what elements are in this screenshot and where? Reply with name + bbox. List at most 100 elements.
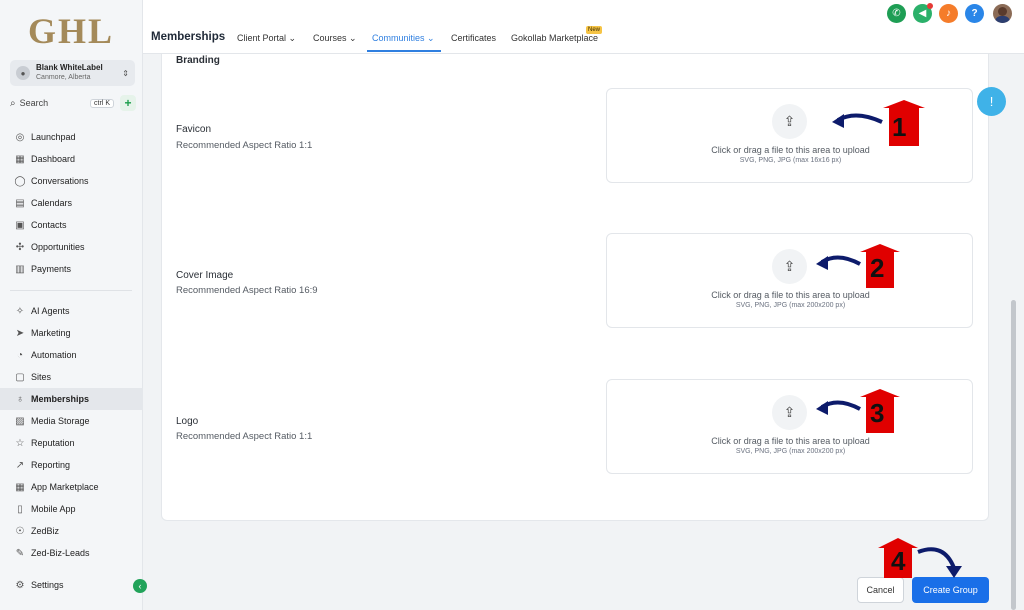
sidebar-item-zedbiz[interactable]: ☉ ZedBiz xyxy=(0,520,143,542)
notification-dot xyxy=(927,3,933,9)
wrench-icon: ✎ xyxy=(15,547,25,559)
calendar-icon: ▤ xyxy=(15,197,25,209)
nav-group-settings: ⚙ Settings xyxy=(0,574,143,596)
sidebar-item-memberships[interactable]: ♁ Memberships xyxy=(0,388,143,410)
quick-add-button[interactable]: + xyxy=(120,95,136,111)
collapse-sidebar-button[interactable]: ‹ xyxy=(133,579,147,593)
account-name: Blank WhiteLabel xyxy=(36,63,103,72)
cancel-button[interactable]: Cancel xyxy=(857,577,904,603)
upload-hint: SVG, PNG, JPG (max 200x200 px) xyxy=(735,448,846,455)
star-icon: ☆ xyxy=(15,437,25,449)
chevron-updown-icon: ⇕ xyxy=(122,68,129,78)
upload-hint: SVG, PNG, JPG (max 16x16 px) xyxy=(739,157,842,164)
scrollbar[interactable] xyxy=(1009,55,1018,610)
opportunities-icon: ✣ xyxy=(15,241,25,253)
nav-group-main: ◎ Launchpad ▦ Dashboard ◯ Conversations ▤ Ca… xyxy=(0,126,143,280)
logo-label: Logo xyxy=(176,416,199,427)
megaphone-icon[interactable]: ◀ xyxy=(913,3,933,23)
search-icon: ⌕ xyxy=(10,97,16,109)
annotation-arrow-2 xyxy=(816,244,900,288)
annotation-arrow-3 xyxy=(816,389,900,433)
grid-icon: ▦ xyxy=(15,153,25,165)
favicon-ratio: Recommended Aspect Ratio 1:1 xyxy=(176,140,313,151)
contacts-icon: ▣ xyxy=(15,219,25,231)
avatar[interactable] xyxy=(993,4,1012,23)
search-input[interactable]: ⌕ Search ctrl K xyxy=(10,95,114,111)
upload-instruction: Click or drag a file to this area to upl… xyxy=(711,436,870,446)
page-title: Memberships xyxy=(151,31,226,43)
send-icon: ➤ xyxy=(15,327,25,339)
annotation-number-2: 2 xyxy=(870,253,885,283)
tab-courses[interactable]: Courses ⌄ xyxy=(313,33,357,44)
nav-group-tools: ✧ AI Agents ➤ Marketing ◔ Automation ▢ Sites… xyxy=(0,300,143,564)
upload-icon: ⇪ xyxy=(772,104,807,139)
phone-icon[interactable]: ✆ xyxy=(887,4,906,23)
account-switcher[interactable]: ● Blank WhiteLabel Canmore, Alberta ⇕ xyxy=(10,60,135,86)
feedback-button[interactable]: ! xyxy=(977,87,1006,116)
image-icon: ▨ xyxy=(15,415,25,427)
automation-icon: ◔ xyxy=(16,349,24,361)
sidebar-item-automation[interactable]: ◔ Automation xyxy=(0,344,143,366)
cover-image-upload-dropzone[interactable]: ⇪ Click or drag a file to this area to u… xyxy=(606,233,973,328)
cover-image-ratio: Recommended Aspect Ratio 16:9 xyxy=(176,285,318,296)
tab-certificates[interactable]: Certificates xyxy=(451,33,496,43)
chat-icon: ◯ xyxy=(14,175,26,187)
upload-icon: ⇪ xyxy=(772,395,807,430)
active-tab-indicator xyxy=(367,50,441,52)
logo-ratio: Recommended Aspect Ratio 1:1 xyxy=(176,431,313,442)
search-shortcut: ctrl K xyxy=(90,98,114,108)
top-bar: Memberships Client Portal ⌄ Courses ⌄ Co… xyxy=(143,0,1024,54)
sidebar-item-reputation[interactable]: ☆ Reputation xyxy=(0,432,143,454)
annotation-number-4: 4 xyxy=(891,546,906,576)
sidebar-item-reporting[interactable]: ↗ Reporting xyxy=(0,454,143,476)
sidebar-item-marketing[interactable]: ➤ Marketing xyxy=(0,322,143,344)
sidebar-item-media-storage[interactable]: ▨ Media Storage xyxy=(0,410,143,432)
sidebar-item-mobile-app[interactable]: ▯ Mobile App xyxy=(0,498,143,520)
annotation-arrow-1 xyxy=(832,100,925,146)
scrollbar-thumb[interactable] xyxy=(1011,300,1016,610)
sidebar: GHL ● Blank WhiteLabel Canmore, Alberta … xyxy=(0,0,147,610)
rocket-icon: ◎ xyxy=(15,131,25,143)
upload-hint: SVG, PNG, JPG (max 200x200 px) xyxy=(735,302,846,309)
sidebar-item-settings[interactable]: ⚙ Settings xyxy=(0,574,143,596)
annotation-number-3: 3 xyxy=(870,398,885,428)
cover-image-label: Cover Image xyxy=(176,270,234,281)
sidebar-item-conversations[interactable]: ◯ Conversations xyxy=(0,170,143,192)
section-title: Branding xyxy=(176,55,220,66)
zedbiz-icon: ☉ xyxy=(15,525,25,537)
logo-upload-dropzone[interactable]: ⇪ Click or drag a file to this area to u… xyxy=(606,379,973,474)
sidebar-item-launchpad[interactable]: ◎ Launchpad xyxy=(0,126,143,148)
sidebar-item-dashboard[interactable]: ▦ Dashboard xyxy=(0,148,143,170)
sidebar-item-ai-agents[interactable]: ✧ AI Agents xyxy=(0,300,143,322)
upload-instruction: Click or drag a file to this area to upl… xyxy=(711,290,870,300)
sidebar-item-opportunities[interactable]: ✣ Opportunities xyxy=(0,236,143,258)
payments-icon: ▥ xyxy=(15,263,25,275)
gear-icon: ⚙ xyxy=(15,579,25,591)
sites-icon: ▢ xyxy=(15,371,25,383)
annotation-arrow-4 xyxy=(878,538,962,578)
badge-icon: ♁ xyxy=(16,393,24,405)
sidebar-item-zed-biz-leads[interactable]: ✎ Zed-Biz-Leads xyxy=(0,542,143,564)
bell-icon[interactable]: ♪ xyxy=(939,4,958,23)
top-icons: ✆ ◀ ♪ ? xyxy=(880,3,1012,23)
create-group-button[interactable]: Create Group xyxy=(912,577,989,603)
search-label: Search xyxy=(19,98,49,108)
sparkle-icon: ✧ xyxy=(15,305,25,317)
sidebar-item-sites[interactable]: ▢ Sites xyxy=(0,366,143,388)
sidebar-item-payments[interactable]: ▥ Payments xyxy=(0,258,143,280)
chevron-down-icon: ⌄ xyxy=(288,33,297,43)
account-avatar-icon: ● xyxy=(16,66,30,80)
tab-communities[interactable]: Communities ⌄ xyxy=(372,33,435,44)
upload-icon: ⇪ xyxy=(772,249,807,284)
sidebar-item-contacts[interactable]: ▣ Contacts xyxy=(0,214,143,236)
new-badge: New xyxy=(586,26,603,34)
sidebar-item-app-marketplace[interactable]: ▦ App Marketplace xyxy=(0,476,143,498)
tab-client-portal[interactable]: Client Portal ⌄ xyxy=(237,33,296,44)
apps-icon: ▦ xyxy=(15,481,25,493)
brand-logo[interactable]: GHL xyxy=(28,10,114,52)
help-icon[interactable]: ? xyxy=(965,4,984,23)
sidebar-divider xyxy=(10,290,132,291)
sidebar-item-calendars[interactable]: ▤ Calendars xyxy=(0,192,143,214)
tab-gokollab-marketplace[interactable]: Gokollab Marketplace xyxy=(511,33,598,43)
chevron-down-icon: ⌄ xyxy=(349,33,357,43)
